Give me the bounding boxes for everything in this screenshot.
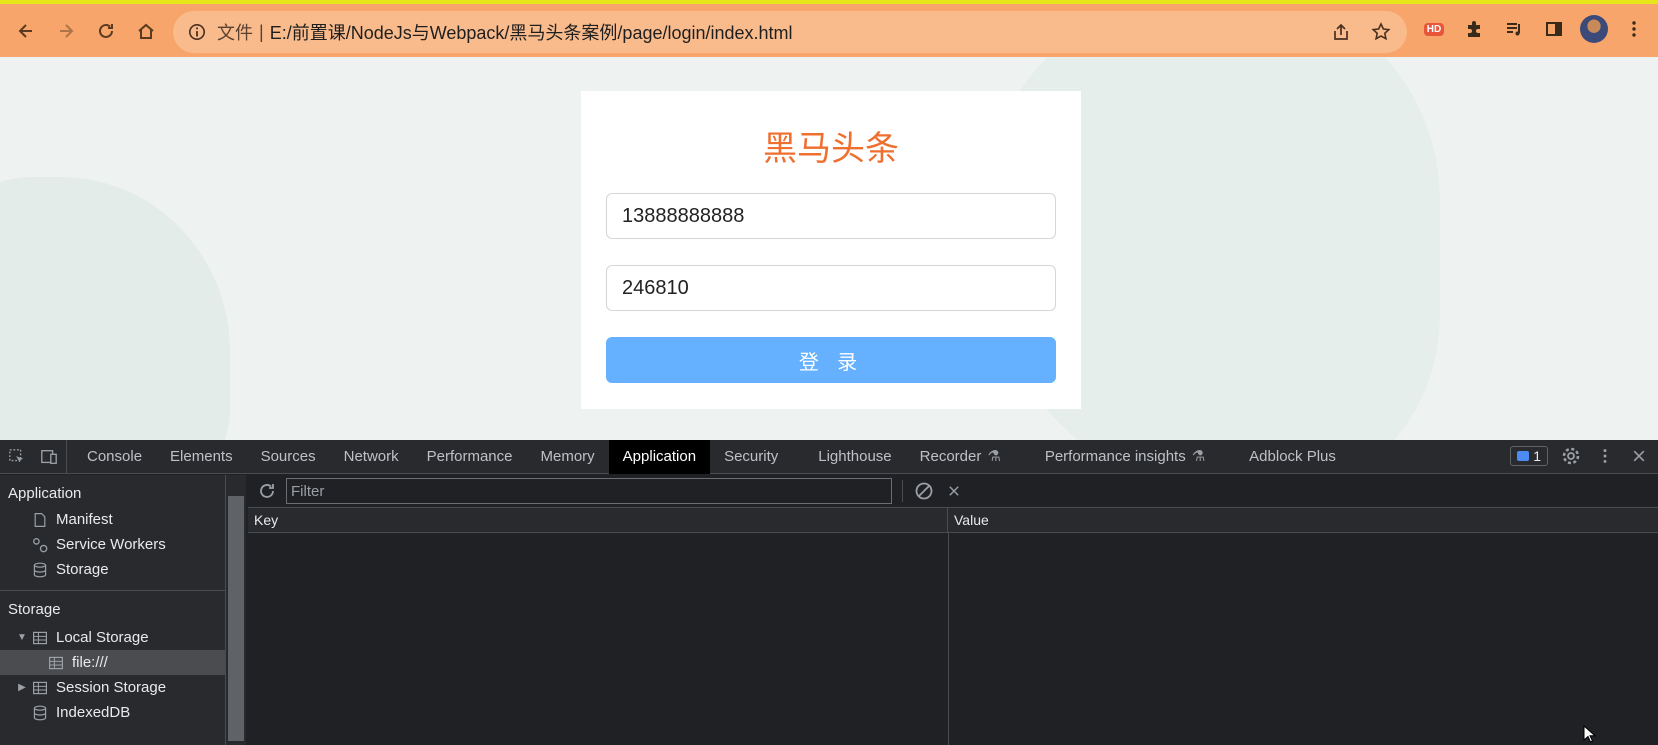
table-icon xyxy=(30,628,50,648)
info-icon[interactable] xyxy=(187,22,207,42)
sidebar-item-storage[interactable]: Storage xyxy=(0,557,225,582)
tab-adblock-plus[interactable]: Adblock Plus xyxy=(1235,440,1350,474)
page-title: 黑马头条 xyxy=(763,129,899,169)
tab-memory[interactable]: Memory xyxy=(527,440,609,474)
url-text[interactable]: E:/前置课/NodeJs与Webpack/黑马头条案例/page/login/… xyxy=(270,19,793,45)
device-toolbar-icon[interactable] xyxy=(38,446,60,468)
issues-badge[interactable]: 1 xyxy=(1510,446,1548,466)
storage-view: Key Value xyxy=(248,475,1658,745)
devtools-menu-icon[interactable] xyxy=(1594,445,1616,467)
toolbar-divider xyxy=(902,480,903,502)
sidebar-item-label: Session Storage xyxy=(56,679,167,696)
sidebar-item-manifest[interactable]: Manifest xyxy=(0,507,225,532)
tab-security[interactable]: Security xyxy=(710,440,792,474)
close-icon[interactable] xyxy=(1628,445,1650,467)
sidebar-item-indexeddb[interactable]: IndexedDB xyxy=(0,700,225,725)
sidebar-divider xyxy=(0,590,225,591)
table-icon xyxy=(46,653,66,673)
collapsed-triangle-icon[interactable]: ▶ xyxy=(16,675,28,700)
tab-application[interactable]: Application xyxy=(608,439,711,474)
expanded-triangle-icon[interactable]: ▼ xyxy=(16,625,28,650)
filter-input[interactable] xyxy=(286,478,892,504)
share-icon[interactable] xyxy=(1329,20,1353,44)
tab-elements[interactable]: Elements xyxy=(156,440,247,474)
home-icon xyxy=(138,23,154,39)
sidebar-scrollbar-thumb[interactable] xyxy=(228,496,244,741)
protocol-separator: | xyxy=(259,21,264,42)
login-button[interactable]: 登 录 xyxy=(606,337,1056,383)
devtools-panel: Console Elements Sources Network Perform… xyxy=(0,439,1658,745)
sidebar-item-local-storage[interactable]: ▼ Local Storage xyxy=(0,625,225,650)
gears-icon xyxy=(30,535,50,555)
side-panel-icon[interactable] xyxy=(1538,13,1570,45)
media-playlist-icon[interactable] xyxy=(1498,13,1530,45)
clear-all-icon[interactable] xyxy=(913,480,935,502)
extensions-puzzle-icon[interactable] xyxy=(1458,13,1490,45)
protocol-label: 文件 xyxy=(217,23,253,43)
tab-performance[interactable]: Performance xyxy=(413,440,527,474)
delete-selected-icon[interactable] xyxy=(943,480,965,502)
table-icon xyxy=(30,678,50,698)
verification-code-input[interactable] xyxy=(606,265,1056,311)
background-shape xyxy=(0,177,230,440)
hd-extension-icon[interactable]: HD xyxy=(1418,13,1450,45)
database-icon xyxy=(30,703,50,723)
sidebar-item-label: Service Workers xyxy=(56,536,166,553)
tab-label: Performance insights xyxy=(1044,447,1186,465)
reload-icon xyxy=(99,23,113,38)
sidebar-item-label: IndexedDB xyxy=(56,704,131,721)
tab-network[interactable]: Network xyxy=(330,440,413,474)
flask-icon: ⚗ xyxy=(1191,447,1206,465)
tab-performance-insights[interactable]: Performance insights ⚗ xyxy=(1031,440,1219,474)
phone-input[interactable] xyxy=(606,193,1056,239)
tab-recorder[interactable]: Recorder ⚗ xyxy=(906,440,1015,474)
profile-avatar[interactable] xyxy=(1578,13,1610,45)
tab-sources[interactable]: Sources xyxy=(247,440,330,474)
mouse-cursor-icon xyxy=(1583,725,1597,743)
page-viewport: 黑马头条 登 录 xyxy=(0,57,1658,440)
inspect-element-icon[interactable] xyxy=(6,446,28,468)
devtools-tabbar: Console Elements Sources Network Perform… xyxy=(0,439,1658,474)
arrow-right-icon xyxy=(60,23,74,38)
column-divider xyxy=(948,533,949,745)
application-sidebar: Application Manifest Service Workers Sto… xyxy=(0,475,226,745)
storage-toolbar xyxy=(248,475,1658,508)
browser-toolbar: 文件 | E:/前置课/NodeJs与Webpack/黑马头条案例/page/l… xyxy=(0,0,1658,57)
sidebar-item-label: file:/// xyxy=(72,654,108,671)
refresh-icon[interactable] xyxy=(256,480,278,502)
home-button[interactable] xyxy=(126,11,166,51)
address-bar[interactable]: 文件 | E:/前置课/NodeJs与Webpack/黑马头条案例/page/l… xyxy=(173,11,1407,53)
tab-label: Recorder xyxy=(919,447,982,465)
sidebar-item-local-storage-file[interactable]: file:/// xyxy=(0,650,225,675)
sidebar-item-label: Local Storage xyxy=(56,629,149,646)
sidebar-item-label: Manifest xyxy=(56,511,113,528)
sidebar-item-service-workers[interactable]: Service Workers xyxy=(0,532,225,557)
reload-button[interactable] xyxy=(86,11,126,51)
sidebar-item-label: Storage xyxy=(56,561,109,578)
chat-icon xyxy=(1517,451,1530,461)
avatar xyxy=(1580,15,1608,43)
column-header-value[interactable]: Value xyxy=(948,508,989,532)
sidebar-item-session-storage[interactable]: ▶ Session Storage xyxy=(0,675,225,700)
flask-icon: ⚗ xyxy=(987,447,1001,465)
tab-lighthouse[interactable]: Lighthouse xyxy=(804,440,905,474)
sidebar-heading-storage: Storage xyxy=(8,601,61,618)
forward-button[interactable] xyxy=(46,11,86,51)
back-button[interactable] xyxy=(6,11,46,51)
table-header: Key Value xyxy=(248,508,1658,533)
file-icon xyxy=(30,510,50,530)
browser-menu-icon[interactable] xyxy=(1618,13,1650,45)
sidebar-heading-application: Application xyxy=(8,485,82,502)
login-card: 黑马头条 登 录 xyxy=(581,91,1081,409)
bookmark-star-icon[interactable] xyxy=(1369,20,1393,44)
column-header-key[interactable]: Key xyxy=(248,508,948,532)
tab-console[interactable]: Console xyxy=(73,440,156,474)
settings-gear-icon[interactable] xyxy=(1560,445,1582,467)
database-icon xyxy=(30,560,50,580)
arrow-left-icon xyxy=(18,23,32,38)
issues-count: 1 xyxy=(1533,448,1541,464)
